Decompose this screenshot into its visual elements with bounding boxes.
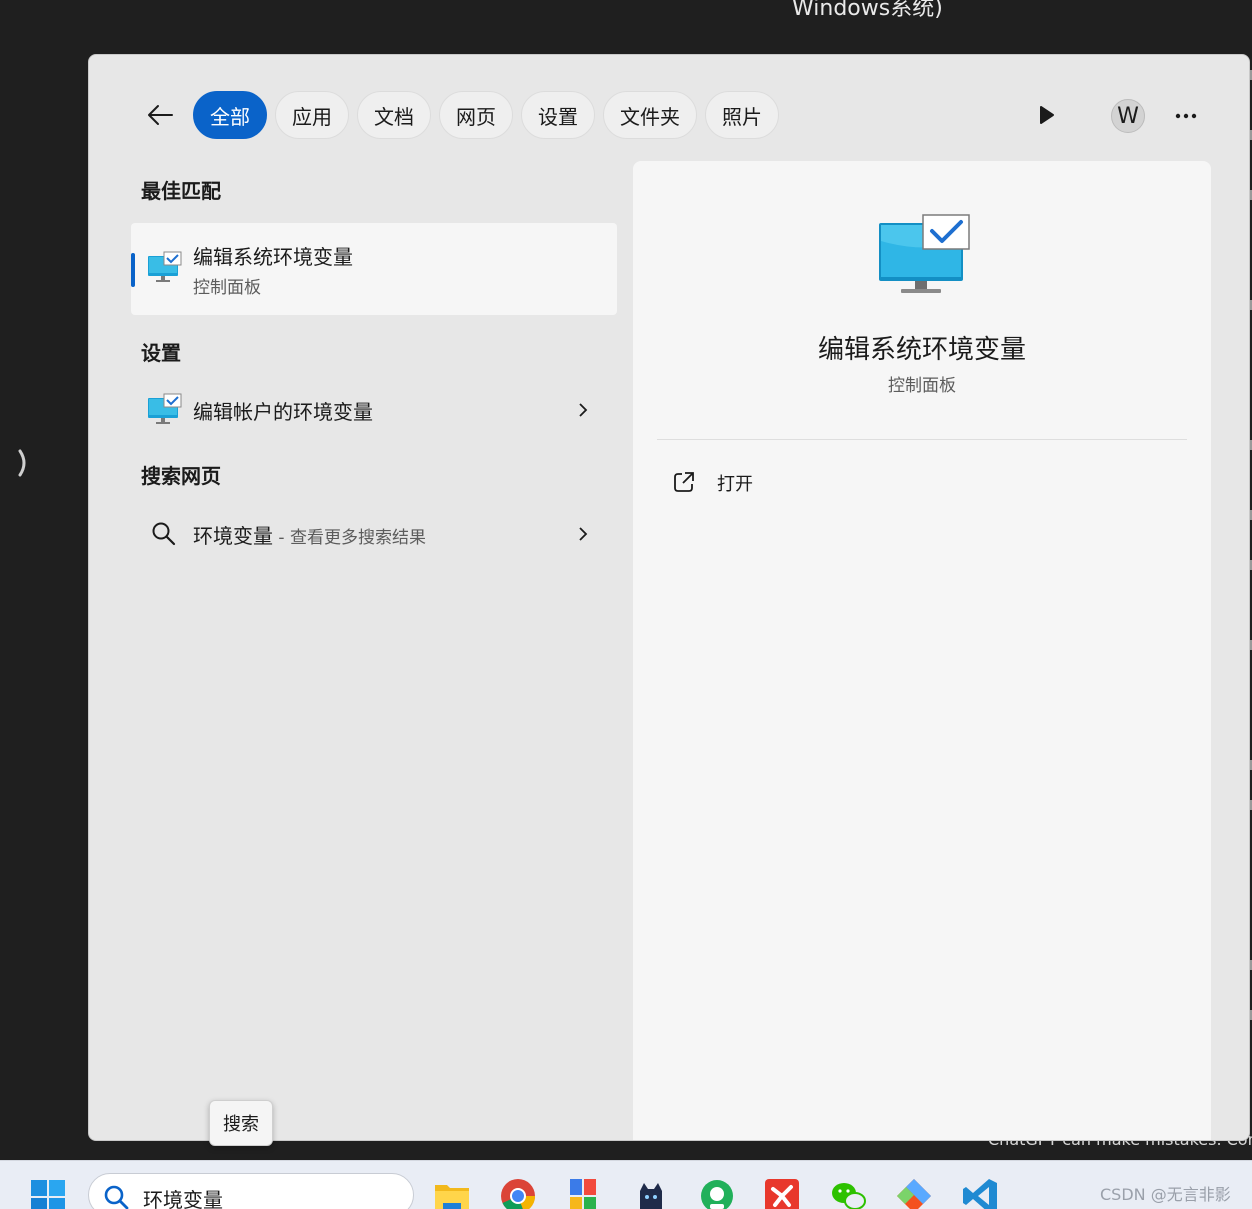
settings-heading: 设置 xyxy=(141,341,181,365)
filter-chip-documents[interactable]: 文档 xyxy=(357,91,431,139)
csdn-watermark: CSDN @无言非影 xyxy=(1100,1185,1231,1204)
taskbar: 环境变量 CSDN @无言非影 xyxy=(0,1160,1252,1209)
web-search-query: 环境变量 xyxy=(193,524,273,548)
selection-indicator xyxy=(131,253,135,287)
filter-chips: 全部 应用 文档 网页 设置 文件夹 照片 xyxy=(193,91,779,139)
filter-chip-all[interactable]: 全部 xyxy=(193,91,267,139)
preview-subtitle: 控制面板 xyxy=(888,376,956,396)
best-match-heading: 最佳匹配 xyxy=(141,179,221,203)
red-app-icon[interactable] xyxy=(763,1177,801,1209)
wechat-icon[interactable] xyxy=(829,1177,867,1209)
filter-chip-folders[interactable]: 文件夹 xyxy=(603,91,697,139)
search-icon xyxy=(152,522,176,546)
filter-chip-web[interactable]: 网页 xyxy=(439,91,513,139)
monitor-check-icon xyxy=(148,393,182,424)
background-window-title: Windows系统) xyxy=(792,0,943,21)
filter-chip-photos[interactable]: 照片 xyxy=(705,91,779,139)
settings-result-item[interactable]: 编辑帐户的环境变量 xyxy=(131,383,617,437)
filter-bar: 全部 应用 文档 网页 设置 文件夹 照片 W xyxy=(89,89,1249,141)
store-icon[interactable] xyxy=(566,1177,604,1209)
file-explorer-icon[interactable] xyxy=(433,1177,471,1209)
filter-chip-settings[interactable]: 设置 xyxy=(521,91,595,139)
preview-divider xyxy=(657,439,1187,440)
search-flyout: 全部 应用 文档 网页 设置 文件夹 照片 W 最佳匹配 编辑系统环境变量 控制… xyxy=(88,54,1250,1141)
windows-start-icon[interactable] xyxy=(30,1179,66,1209)
best-match-result[interactable]: 编辑系统环境变量 控制面板 xyxy=(131,223,617,315)
arrow-left-icon xyxy=(148,105,173,125)
preview-title: 编辑系统环境变量 xyxy=(817,335,1026,365)
green-app-icon[interactable] xyxy=(698,1177,736,1209)
chevron-right-icon[interactable] xyxy=(16,448,32,478)
taskbar-search-input[interactable]: 环境变量 xyxy=(143,1184,223,1209)
web-search-heading: 搜索网页 xyxy=(141,464,221,488)
cat-app-icon[interactable] xyxy=(632,1177,670,1209)
more-options-icon[interactable] xyxy=(1171,103,1201,129)
chrome-icon[interactable] xyxy=(499,1177,537,1209)
monitor-check-icon xyxy=(879,214,970,293)
best-match-title: 编辑系统环境变量 xyxy=(193,245,353,269)
web-search-hint: - 查看更多搜索结果 xyxy=(273,528,426,548)
chevron-right-icon xyxy=(579,527,588,541)
chevron-right-icon xyxy=(579,403,588,417)
monitor-check-icon xyxy=(148,251,182,282)
filter-chip-apps[interactable]: 应用 xyxy=(275,91,349,139)
web-search-result-item[interactable]: 环境变量 - 查看更多搜索结果 xyxy=(131,507,617,561)
preview-pane: 编辑系统环境变量 控制面板 打开 xyxy=(633,161,1211,1140)
play-icon[interactable] xyxy=(1033,101,1059,129)
best-match-subtitle: 控制面板 xyxy=(193,278,261,298)
settings-result-title: 编辑帐户的环境变量 xyxy=(193,400,373,424)
taskbar-search-box[interactable]: 环境变量 xyxy=(88,1173,414,1209)
open-action-label: 打开 xyxy=(717,474,753,495)
account-avatar[interactable]: W xyxy=(1111,99,1145,133)
vscode-icon[interactable] xyxy=(961,1177,999,1209)
open-action-button[interactable]: 打开 xyxy=(657,459,857,505)
back-button[interactable] xyxy=(141,97,179,133)
git-app-icon[interactable] xyxy=(895,1177,933,1209)
search-icon xyxy=(104,1185,129,1209)
web-search-result-text: 环境变量 - 查看更多搜索结果 xyxy=(193,520,426,549)
open-external-icon xyxy=(674,472,694,492)
search-tooltip: 搜索 xyxy=(209,1100,273,1146)
